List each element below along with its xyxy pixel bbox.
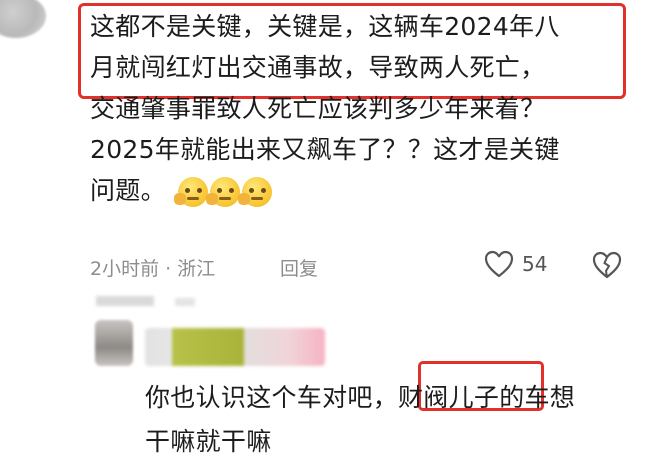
- comment-timestamp: 2小时前 · 浙江: [90, 258, 216, 280]
- comment-line-text: 问题。: [90, 176, 166, 205]
- emoji-row: [174, 177, 273, 207]
- thinking-face-icon: [174, 177, 209, 207]
- commenter-avatar[interactable]: [0, 0, 46, 38]
- comment-line: 交通肇事罪致人死亡应该判多少年来着？: [90, 94, 546, 123]
- heart-icon: [484, 250, 514, 278]
- thinking-face-icon: [238, 177, 273, 207]
- comment-line: 这都不是关键，关键是，这辆车2024年八: [90, 12, 560, 41]
- comment-line: 2025年就能出来又飙车了？？这才是关键: [90, 135, 560, 164]
- reply-text: 你也认识这个车对吧，财阀儿子的车想 干嘛就干嘛: [145, 376, 640, 464]
- reply-line: 你也认识这个车对吧，财阀儿子的车想: [145, 383, 576, 412]
- like-count: 54: [522, 252, 548, 276]
- comment-meta-row: 2小时前 · 浙江 回复 54: [90, 250, 635, 282]
- broken-heart-icon[interactable]: [592, 251, 622, 279]
- comment-text: 这都不是关键，关键是，这辆车2024年八 月就闯红灯出交通事故，导致两人死亡， …: [90, 6, 635, 211]
- reply-avatar[interactable]: [95, 320, 133, 366]
- masked-username-top: [175, 298, 195, 306]
- thinking-face-icon: [206, 177, 241, 207]
- like-button[interactable]: 54: [484, 250, 547, 278]
- reply-button[interactable]: 回复: [280, 254, 318, 281]
- masked-reply-username: [145, 328, 325, 366]
- comment-line: 月就闯红灯出交通事故，导致两人死亡，: [90, 53, 546, 82]
- comment-line-last: 问题。: [90, 170, 635, 211]
- reply-line: 干嘛就干嘛: [145, 427, 272, 456]
- masked-username-top: [96, 296, 154, 306]
